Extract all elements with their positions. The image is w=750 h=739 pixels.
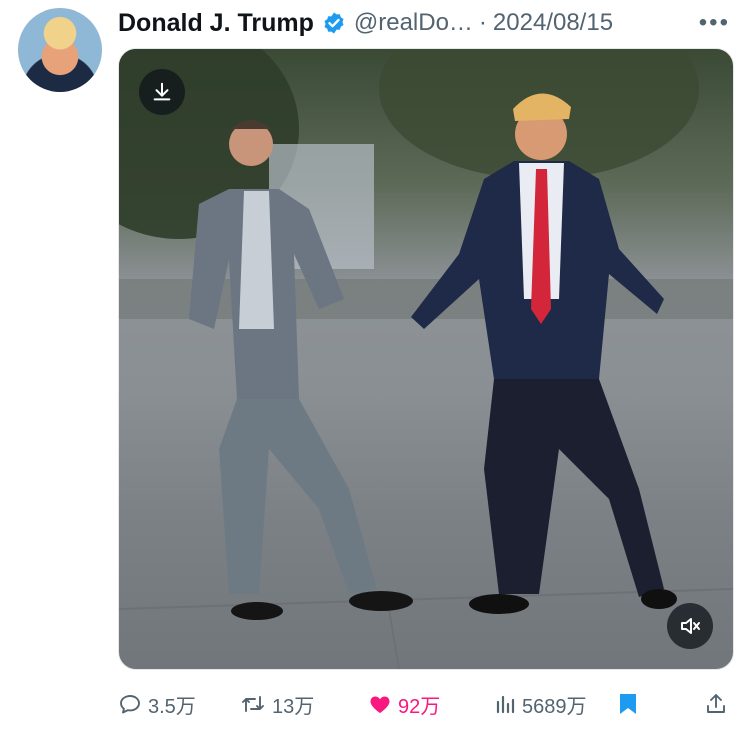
- bookmark-filled-icon: [620, 694, 636, 714]
- tweet-actions: 3.5万 13万 92万 5689万: [118, 684, 732, 724]
- more-horizontal-icon[interactable]: •••: [699, 9, 730, 37]
- tweet-header: Donald J. Trump @realDo… · 2024/08/15 ••…: [118, 4, 730, 42]
- like-button[interactable]: 92万: [368, 690, 440, 719]
- retweet-count: 13万: [272, 695, 315, 718]
- like-count: 92万: [398, 695, 441, 718]
- volume-muted-icon: [681, 618, 700, 634]
- download-icon: [153, 82, 171, 101]
- retweet-button[interactable]: 13万: [240, 690, 314, 719]
- reply-button[interactable]: 3.5万: [118, 690, 196, 719]
- views-button[interactable]: 5689万: [494, 690, 587, 719]
- author-name[interactable]: Donald J. Trump: [118, 9, 314, 38]
- video-frame: [119, 49, 733, 669]
- header-separator: ·: [478, 9, 487, 36]
- heart-filled-icon: [370, 696, 390, 713]
- share-icon: [707, 694, 725, 713]
- download-button[interactable]: [139, 69, 185, 115]
- tweet-date[interactable]: 2024/08/15: [493, 9, 613, 37]
- verified-badge-icon: [322, 11, 346, 35]
- analytics-icon: [496, 695, 515, 714]
- reply-count: 3.5万: [148, 695, 196, 718]
- bookmark-button[interactable]: [618, 692, 644, 716]
- author-avatar[interactable]: [18, 8, 102, 92]
- share-button[interactable]: [704, 692, 734, 716]
- tweet-video[interactable]: [118, 48, 734, 670]
- reply-icon: [120, 695, 140, 714]
- mute-button[interactable]: [667, 603, 713, 649]
- retweet-icon: [242, 696, 264, 712]
- views-count: 5689万: [522, 695, 587, 718]
- author-handle[interactable]: @realDo…: [354, 9, 473, 37]
